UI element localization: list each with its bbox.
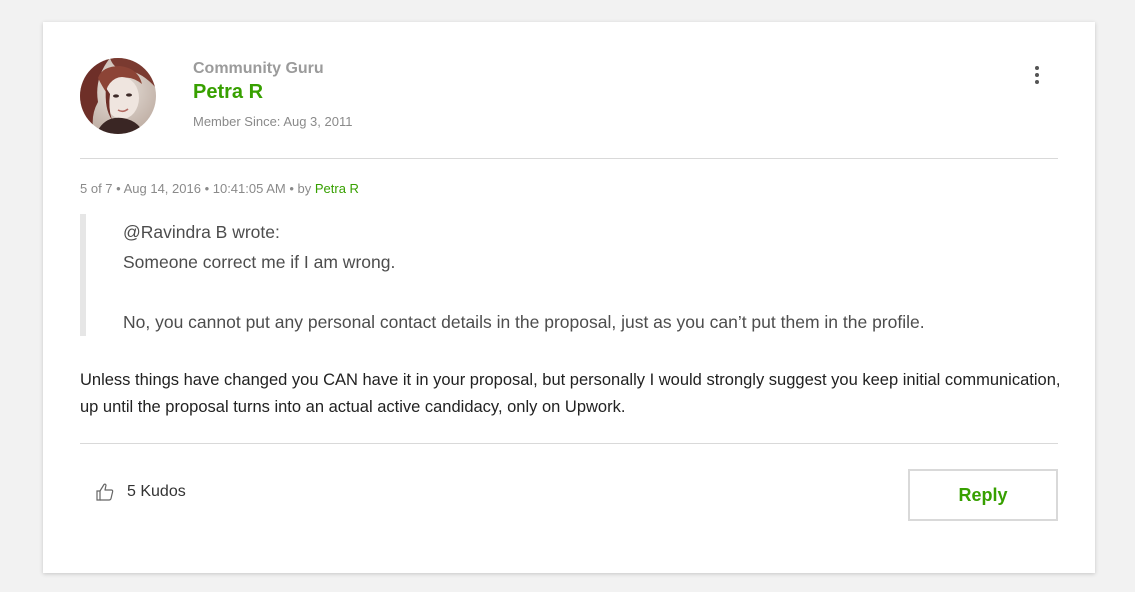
meta-separator: • [285, 181, 298, 196]
avatar[interactable] [80, 58, 156, 134]
kudos-count: 5 Kudos [127, 483, 186, 500]
author-rank: Community Guru [193, 60, 324, 77]
post-time: 10:41:05 AM [212, 181, 286, 196]
reply-button[interactable]: Reply [908, 469, 1058, 521]
avatar-image [80, 58, 156, 134]
by-prefix: by [297, 181, 315, 196]
meta-separator: • [200, 181, 213, 196]
post-card: Community Guru Petra R Member Since: Aug… [43, 22, 1095, 573]
author-name-link[interactable]: Petra R [193, 81, 263, 104]
kebab-menu-icon[interactable] [1029, 66, 1045, 90]
quote-header: @Ravindra B wrote: [123, 222, 280, 242]
meta-separator: • [112, 181, 124, 196]
quote-line: No, you cannot put any personal contact … [123, 312, 925, 332]
post-author-link[interactable]: Petra R [315, 181, 359, 196]
header-divider [80, 158, 1058, 159]
post-date: Aug 14, 2016 [123, 181, 201, 196]
kudos-button[interactable]: 5 Kudos [95, 482, 186, 502]
footer-divider [80, 443, 1058, 444]
thumbs-up-icon [96, 483, 114, 501]
post-meta: 5 of 7 • Aug 14, 2016 • 10:41:05 AM • by… [80, 181, 359, 196]
post-body: Unless things have changed you CAN have … [80, 371, 1061, 416]
quote-block: @Ravindra B wrote: Someone correct me if… [80, 214, 1058, 336]
post-position: 5 of 7 [80, 181, 113, 196]
quote-line: Someone correct me if I am wrong. [123, 252, 396, 272]
member-since: Member Since: Aug 3, 2011 [193, 114, 353, 129]
